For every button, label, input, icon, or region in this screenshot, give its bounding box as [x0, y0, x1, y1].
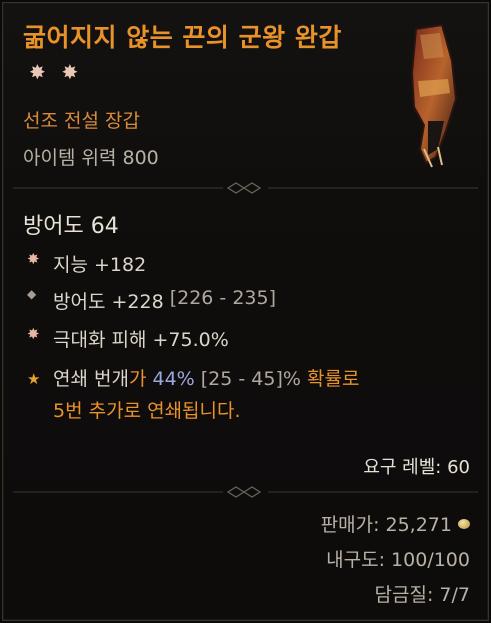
sell-price: 판매가: 25,271 — [321, 510, 470, 537]
gold-coin-icon — [458, 518, 470, 529]
sell-price-text: 판매가: 25,271 — [320, 514, 452, 536]
affix-row: ✸ 지능 +182 — [27, 250, 146, 277]
affix-row: ◆ 방어도 +228 [226 - 235] — [27, 287, 276, 314]
item-tooltip: 굶어지지 않는 끈의 군왕 완갑 ✸ ✸ 선조 전설 장갑 아이템 위력 800… — [2, 2, 489, 621]
gauntlet-icon — [410, 23, 458, 168]
item-name-text: 굶어지지 않는 끈의 군왕 완갑 — [23, 23, 342, 52]
legendary-affix: ★ 연쇄 번개가 44% [25 - 45]% 확률로 5번 추가로 연쇄됩니다… — [27, 363, 359, 427]
tempering-text: 담금질: 7/7 — [374, 584, 470, 606]
affix-range: [226 - 235] — [169, 287, 277, 309]
item-power: 아이템 위력 800 — [23, 147, 159, 169]
durability-text: 내구도: 100/100 — [326, 549, 470, 571]
affix-value: 44% — [152, 368, 195, 390]
sparkle-icon: ✸ — [29, 60, 47, 84]
sparkle-icon: ✸ — [61, 60, 79, 84]
durability: 내구도: 100/100 — [326, 545, 470, 572]
level-requirement: 요구 레벨: 60 — [363, 457, 470, 478]
affix-tail: 확률로 — [300, 368, 360, 390]
legendary-star-icon: ★ — [27, 370, 41, 388]
affix-skill: 연쇄 번개 — [53, 368, 129, 390]
armor-stat: 방어도 64 — [23, 214, 119, 239]
item-name: 굶어지지 않는 끈의 군왕 완갑 ✸ ✸ — [23, 21, 353, 89]
star-icon: ✸ — [27, 250, 40, 268]
divider — [13, 486, 478, 498]
affix-row: ✸ 극대화 피해 +75.0% — [27, 325, 229, 352]
affix-range: [25 - 45]% — [194, 368, 301, 390]
affix-line2: 5번 추가로 연쇄됩니다. — [53, 400, 241, 422]
divider — [13, 182, 478, 194]
diamond-icon: ◆ — [27, 287, 37, 301]
affix-text: 지능 +182 — [53, 254, 147, 276]
affix-text: 극대화 피해 +75.0% — [53, 329, 229, 351]
affix-text: 방어도 +228 — [53, 291, 164, 313]
tempering: 담금질: 7/7 — [375, 580, 470, 607]
affix-connector: 가 — [128, 368, 153, 390]
star-icon: ✸ — [27, 325, 40, 343]
item-type: 선조 전설 장갑 — [23, 110, 140, 132]
